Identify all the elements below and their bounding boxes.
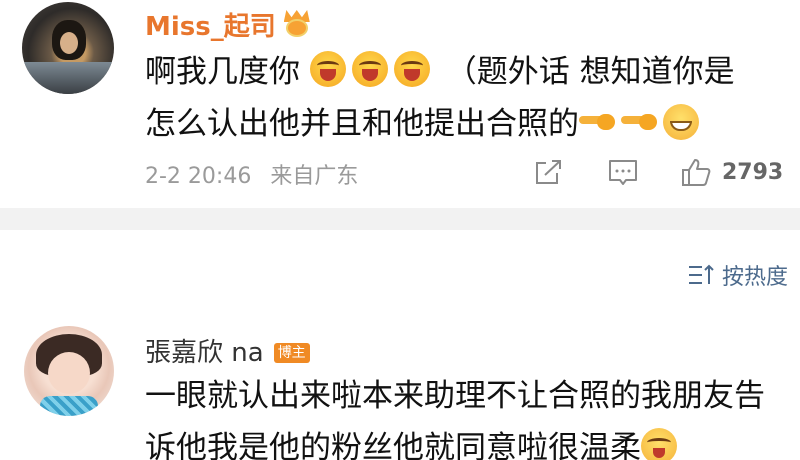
comment-icon <box>608 158 638 186</box>
crying-face-icon <box>393 51 430 87</box>
like-button[interactable]: 2793 <box>680 154 783 190</box>
comment-username[interactable]: Miss_起司 <box>145 6 312 43</box>
username-text[interactable]: Miss_起司 <box>145 12 276 42</box>
comment-item: Miss_起司 啊我几度你 （题外话 想知道你是 怎么认出他并且和他提出合照的 … <box>0 0 800 205</box>
avatar-face <box>60 32 78 54</box>
reply-author[interactable]: 張嘉欣 na 博主 <box>145 332 310 369</box>
share-button[interactable] <box>533 154 563 190</box>
comment-line-2: 怎么认出他并且和他提出合照的 <box>145 98 775 150</box>
comment-body: 啊我几度你 （题外话 想知道你是 怎么认出他并且和他提出合照的 <box>145 46 775 150</box>
comment-text-segment: 啊我几度你 <box>145 54 300 90</box>
sort-icon <box>688 263 716 287</box>
avatar-background <box>22 62 114 94</box>
comment-date: 2-2 20:46 <box>145 164 252 189</box>
author-badge: 博主 <box>273 343 310 363</box>
avatar[interactable] <box>22 2 114 94</box>
comment-button[interactable] <box>608 154 638 190</box>
pointing-hand-icon <box>621 112 659 132</box>
pointing-hand-icon <box>579 112 617 132</box>
sort-label: 按热度 <box>721 265 788 290</box>
crying-face-icon <box>309 51 346 87</box>
like-count: 2793 <box>722 159 784 185</box>
comment-meta: 2-2 20:46 来自广东 <box>145 158 358 190</box>
reply-avatar[interactable] <box>24 326 114 416</box>
reply-body: 一眼就认出来啦本来助理不让合照的我朋友告 诉他我是他的粉丝他就同意啦很温柔 <box>145 370 775 460</box>
reply-author-name[interactable]: 張嘉欣 na <box>145 338 264 368</box>
comment-text-segment: （题外话 想知道你是 <box>445 54 735 90</box>
avatar-face <box>48 352 90 394</box>
share-icon <box>533 158 563 186</box>
reply-text-segment: 诉他我是他的粉丝他就同意啦很温柔 <box>145 430 641 460</box>
comment-line-1: 啊我几度你 （题外话 想知道你是 <box>145 46 775 98</box>
touched-face-icon <box>641 428 677 460</box>
crown-badge-icon <box>282 10 312 38</box>
weibo-comment-page: Miss_起司 啊我几度你 （题外话 想知道你是 怎么认出他并且和他提出合照的 … <box>0 0 800 460</box>
reply-line-2: 诉他我是他的粉丝他就同意啦很温柔 <box>145 422 775 460</box>
grinning-face-icon <box>663 104 699 140</box>
avatar-clothing <box>40 396 98 416</box>
thumbs-up-icon <box>680 157 712 187</box>
crying-face-icon <box>351 51 388 87</box>
sort-by-hot-button[interactable]: 按热度 <box>688 260 788 290</box>
comment-source: 来自广东 <box>270 164 359 189</box>
section-divider <box>0 208 800 230</box>
reply-line-1: 一眼就认出来啦本来助理不让合照的我朋友告 <box>145 378 765 414</box>
comment-text-segment: 怎么认出他并且和他提出合照的 <box>145 106 579 142</box>
